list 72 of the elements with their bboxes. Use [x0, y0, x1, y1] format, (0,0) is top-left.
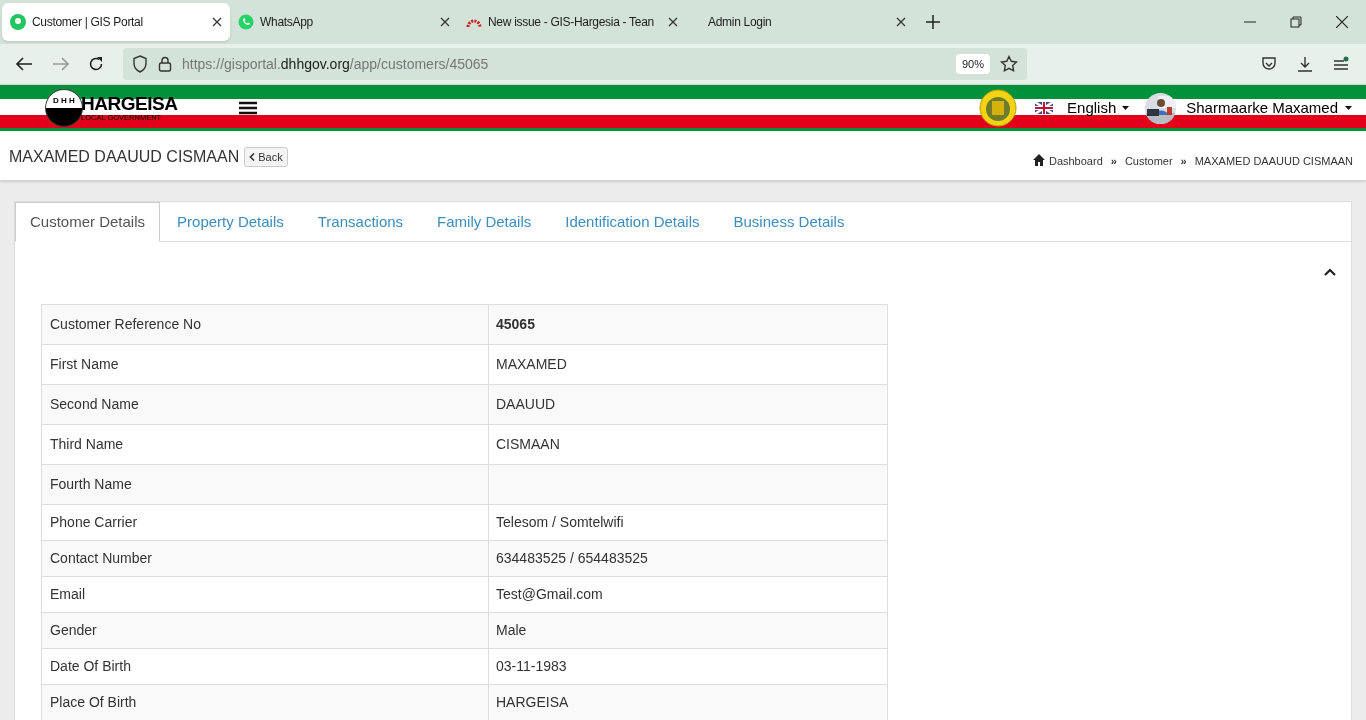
field-label: Contact Number — [41, 540, 489, 577]
breadcrumb-current: MAXAMED DAAUUD CISMAAN — [1194, 154, 1353, 169]
tab[interactable]: Identification Details — [548, 202, 717, 242]
tab[interactable]: Transactions — [300, 202, 421, 242]
browser-tab[interactable]: New issue - GIS-Hargesia - Tean — [458, 3, 686, 41]
globe-icon — [10, 14, 26, 30]
tab-title: Admin Login — [708, 14, 773, 31]
field-value: DAAUUD — [488, 384, 888, 425]
menu-icon[interactable] — [238, 101, 257, 115]
user-menu[interactable]: Sharmaarke Maxamed — [1186, 96, 1352, 120]
lock-icon — [158, 56, 172, 72]
logo-title: HARGEISA — [81, 94, 178, 114]
chevron-left-icon — [249, 153, 256, 161]
breadcrumb-link[interactable]: Dashboard — [1048, 153, 1103, 170]
back-button[interactable]: Back — [244, 147, 288, 167]
field-value: Male — [488, 612, 888, 649]
chat-icon — [238, 14, 254, 30]
download-icon[interactable] — [1297, 56, 1313, 72]
field-label: Place Of Birth — [41, 684, 489, 720]
close-icon[interactable] — [1336, 16, 1348, 28]
shield-icon — [132, 55, 148, 73]
close-icon[interactable] — [440, 17, 450, 27]
tab[interactable]: Family Details — [420, 202, 549, 242]
field-label: Gender — [41, 612, 489, 649]
caret-icon — [1122, 106, 1130, 110]
field-label: First Name — [41, 344, 489, 385]
browser-tab[interactable]: WhatsApp — [230, 3, 458, 41]
pocket-icon[interactable] — [1261, 56, 1277, 72]
field-value: 03-11-1983 — [488, 648, 888, 685]
back-icon[interactable] — [15, 57, 33, 71]
restore-icon[interactable] — [1290, 16, 1302, 28]
tab-title: New issue - GIS-Hargesia - Tean — [488, 14, 655, 31]
tab[interactable]: Property Details — [160, 202, 301, 242]
field-value: 45065 — [488, 304, 888, 345]
plus-icon[interactable] — [926, 15, 940, 29]
field-value: Telesom / Somtelwifi — [488, 504, 888, 541]
field-value: CISMAAN — [488, 424, 888, 465]
reload-icon[interactable] — [88, 56, 104, 72]
caret-icon — [1345, 106, 1352, 110]
url-text: https://gisportal.dhhgov.org/app/customers/45065 — [182, 54, 489, 74]
address-bar[interactable]: https://gisportal.dhhgov.org/app/customers/45065 90% — [123, 48, 1027, 80]
field-value: Test@Gmail.com — [488, 576, 888, 613]
close-icon[interactable] — [212, 17, 222, 27]
browser-tab[interactable]: Admin Login — [686, 3, 914, 41]
field-label: Third Name — [41, 424, 489, 465]
language-menu[interactable]: English — [1035, 96, 1130, 120]
field-value: MAXAMED — [488, 344, 888, 385]
tab[interactable]: Customer Details — [15, 202, 161, 242]
tab-title: Customer | GIS Portal — [32, 14, 144, 31]
field-label: Email — [41, 576, 489, 613]
home-icon — [1032, 154, 1045, 167]
breadcrumb-link[interactable]: Customer — [1124, 153, 1173, 170]
zoom-level[interactable]: 90% — [955, 53, 990, 75]
page-title: MAXAMED DAAUUD CISMAAN — [9, 147, 240, 167]
field-label: Customer Reference No — [41, 304, 489, 345]
breadcrumb-separator: » — [1110, 154, 1117, 169]
close-icon[interactable] — [668, 17, 678, 27]
field-label: Phone Carrier — [41, 504, 489, 541]
browser-tab[interactable]: Customer | GIS Portal — [2, 3, 230, 41]
emblem-icon — [979, 89, 1018, 127]
collapse-icon[interactable] — [1324, 268, 1336, 276]
breadcrumb-separator: » — [1180, 154, 1187, 169]
flag-icon — [1035, 102, 1054, 114]
star-icon[interactable] — [1000, 55, 1018, 73]
field-label: Fourth Name — [41, 464, 489, 505]
logo-letters: D H H — [53, 95, 75, 107]
tab[interactable]: Business Details — [716, 202, 862, 242]
field-value: 634483525 / 654483525 — [488, 540, 888, 577]
field-label: Second Name — [41, 384, 489, 425]
field-label: Date Of Birth — [41, 648, 489, 685]
close-icon[interactable] — [896, 17, 906, 27]
tab-title: WhatsApp — [260, 14, 314, 31]
